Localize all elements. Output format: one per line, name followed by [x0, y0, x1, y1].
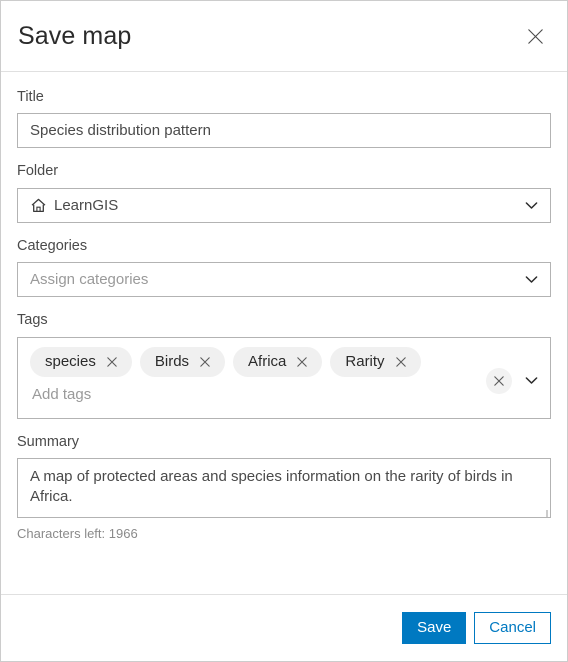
chevron-down-icon	[522, 271, 540, 289]
folder-label: Folder	[17, 163, 59, 180]
categories-label: Categories	[17, 237, 88, 254]
close-icon	[527, 28, 543, 44]
tags-input-container[interactable]: species Birds Africa Rarity Add tags	[17, 336, 551, 419]
tags-label: Tags	[17, 312, 48, 329]
folder-select[interactable]: LearnGIS	[17, 187, 551, 223]
folder-select-content: LearnGIS	[30, 197, 118, 214]
title-input-value: Species distribution pattern	[30, 122, 211, 140]
close-icon	[297, 356, 308, 367]
tag-remove-button[interactable]	[105, 355, 119, 369]
dialog-header: Save map	[1, 1, 567, 72]
tags-field-group: Tags species Birds Africa Rarity Add tag…	[17, 312, 551, 419]
characters-left-text: Characters left: 1966	[17, 525, 138, 541]
tag-chip-list: species Birds Africa Rarity	[30, 346, 538, 377]
close-icon	[106, 356, 117, 367]
tag-chip[interactable]: Rarity	[330, 346, 421, 377]
close-button[interactable]	[521, 22, 549, 50]
tag-chip[interactable]: Birds	[139, 346, 226, 377]
title-label: Title	[17, 89, 44, 105]
summary-textarea-value: A map of protected areas and species inf…	[30, 467, 513, 505]
chevron-down-icon	[525, 377, 537, 384]
tag-remove-button[interactable]	[394, 355, 408, 369]
folder-select-value: LearnGIS	[54, 196, 119, 214]
close-icon	[494, 375, 504, 386]
close-icon	[395, 356, 406, 367]
tag-chip[interactable]: Africa	[233, 346, 323, 377]
tags-actions	[486, 367, 540, 394]
cancel-button[interactable]: Cancel	[474, 612, 551, 644]
tag-chip-label: Africa	[248, 353, 287, 371]
tag-chip-label: Birds	[154, 353, 190, 371]
chevron-down-icon	[522, 196, 540, 214]
tags-dropdown-toggle[interactable]	[522, 372, 540, 390]
home-icon	[31, 198, 46, 212]
summary-field-group: Summary A map of protected areas and spe…	[17, 434, 551, 541]
save-map-dialog: Save map Title Species distribution patt…	[0, 0, 568, 662]
categories-field-group: Categories Assign categories	[17, 237, 551, 298]
categories-select[interactable]: Assign categories	[17, 262, 551, 298]
title-field-group: Title Species distribution pattern	[17, 89, 551, 149]
summary-textarea[interactable]: A map of protected areas and species inf…	[17, 457, 551, 518]
resize-handle[interactable]	[538, 505, 548, 517]
summary-label: Summary	[17, 433, 80, 450]
folder-field-group: Folder LearnGIS	[17, 163, 551, 223]
categories-placeholder: Assign categories	[30, 271, 149, 289]
add-tags-input[interactable]: Add tags	[30, 386, 538, 403]
tag-remove-button[interactable]	[198, 355, 212, 369]
tags-clear-button[interactable]	[486, 367, 512, 394]
tag-chip-label: Rarity	[345, 353, 385, 371]
title-input[interactable]: Species distribution pattern	[17, 113, 551, 149]
tag-remove-button[interactable]	[295, 355, 309, 369]
close-icon	[200, 356, 210, 367]
dialog-body: Title Species distribution pattern Folde…	[1, 72, 567, 594]
page-title: Save map	[18, 21, 132, 50]
save-button[interactable]: Save	[402, 612, 467, 644]
tag-chip[interactable]: species	[30, 346, 132, 377]
tag-chip-label: species	[45, 353, 96, 371]
dialog-footer: Save Cancel	[1, 594, 567, 661]
